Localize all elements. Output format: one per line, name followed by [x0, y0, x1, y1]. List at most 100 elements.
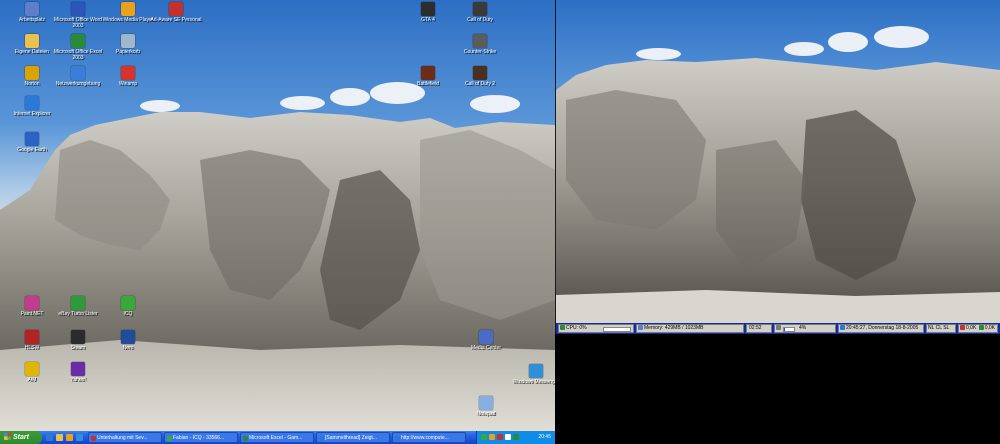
memory-label: Memory: 429MB / 1023MB	[644, 325, 704, 331]
desktop-icon[interactable]: Microsoft Office Excel 2003	[52, 34, 104, 61]
taskbar-button[interactable]: Microsoft Excel - Gam...	[240, 432, 314, 443]
uptime-meter[interactable]: 02:52	[746, 324, 772, 333]
desktop-icon[interactable]: Nero	[102, 330, 154, 351]
desktop-icon[interactable]: Notepad	[460, 396, 512, 417]
taskbar-button[interactable]: [Sammelthread] Zeigt...	[316, 432, 390, 443]
taskbar-button[interactable]: Fabian - ICQ - 33566...	[164, 432, 238, 443]
desktop-icon-label: Battlefield	[417, 81, 439, 87]
desktop-icon[interactable]: Call of Duty	[454, 2, 506, 23]
quicklaunch-media-player-icon[interactable]	[66, 434, 73, 441]
quicklaunch-messenger-icon[interactable]	[76, 434, 83, 441]
windows-logo-icon	[4, 433, 11, 440]
taskbar-button-label: Unterhaltung mit Sev...	[97, 435, 148, 441]
desktop-icon[interactable]: Eigene Dateien	[6, 34, 58, 55]
desktop-icon-label: Microsoft Office Excel 2003	[53, 49, 103, 61]
start-button[interactable]: Start	[0, 431, 42, 444]
caps-lock-indicator: CL	[935, 325, 942, 331]
cod-icon	[473, 2, 487, 16]
task-app-icon	[91, 436, 96, 441]
speaker-tray-icon[interactable]	[489, 434, 495, 440]
scroll-lock-indicator: SL	[943, 325, 950, 331]
icq-tray-icon[interactable]	[481, 434, 487, 440]
my-documents-icon	[25, 34, 39, 48]
desktop-icon[interactable]: Papierkorb	[102, 34, 154, 55]
cpu-meter[interactable]: CPU: 0%	[558, 324, 634, 333]
desktop-icon-label: Steam	[70, 345, 86, 351]
taskbar-button-label: http://www.compute...	[401, 435, 449, 441]
recycle-bin-icon	[121, 34, 135, 48]
start-label: Start	[13, 434, 29, 441]
ebay-icon	[71, 296, 85, 310]
cpu-label: CPU: 0%	[566, 325, 587, 331]
desktop-icon[interactable]: Counter-Strike	[454, 34, 506, 55]
taskbar-button[interactable]: Unterhaltung mit Sev...	[88, 432, 162, 443]
antivirus-tray-icon[interactable]	[497, 434, 503, 440]
quicklaunch-show-desktop-icon[interactable]	[56, 434, 63, 441]
hlsw-icon	[25, 330, 39, 344]
media-player-icon	[121, 2, 135, 16]
desktop-icon-label: Winamp	[118, 81, 138, 87]
datetime-label: 20:45:27, Donnerstag 18-8-2005	[846, 325, 919, 331]
desktop-icon[interactable]: Steam	[52, 330, 104, 351]
desktop-icon-label: Norton	[24, 81, 40, 87]
desktop-icon[interactable]: Paint.NET	[6, 296, 58, 317]
update-tray-icon[interactable]	[513, 434, 519, 440]
desktop-icon[interactable]: Internet Explorer	[6, 96, 58, 117]
desktop-icon[interactable]: Media Center	[460, 330, 512, 351]
desktop-icon[interactable]: Windows Media Player	[102, 2, 154, 23]
nero-icon	[121, 330, 135, 344]
task-app-icon	[167, 436, 172, 441]
aim-icon	[25, 362, 39, 376]
desktop-icon[interactable]: Yahoo!	[52, 362, 104, 383]
taskbar-clock[interactable]: 20:45	[538, 431, 551, 444]
desktop-icon[interactable]: Netzwerkumgebung	[52, 66, 104, 87]
left-monitor-desktop: Arbeitsplatz Microsoft Office Word 2003 Wi…	[0, 0, 555, 444]
desktop-icon-label: Paint.NET	[20, 311, 44, 317]
network-tray-icon[interactable]	[505, 434, 511, 440]
gta-icon	[421, 2, 435, 16]
datetime-meter[interactable]: 20:45:27, Donnerstag 18-8-2005	[838, 324, 924, 333]
quicklaunch-ie-icon[interactable]	[46, 434, 53, 441]
cpu-bar	[603, 327, 631, 332]
desktop-icon[interactable]: GTA 4	[402, 2, 454, 23]
desktop-icon-label: AIM	[27, 377, 37, 383]
desktop-icon[interactable]: HLSW	[6, 330, 58, 351]
desktop-icon[interactable]: Call of Duty 2	[454, 66, 506, 87]
cpu-icon	[560, 325, 565, 330]
num-lock-indicator: NL	[928, 325, 935, 331]
word-icon	[71, 2, 85, 16]
lock-keys-meter[interactable]: NL CL SL	[926, 324, 956, 333]
desktop-icon[interactable]: Norton	[6, 66, 58, 87]
norton-icon	[25, 66, 39, 80]
desktop-icon[interactable]: Google Earth	[6, 132, 58, 153]
disk-label: 4%	[799, 325, 807, 331]
google-earth-icon	[25, 132, 39, 146]
task-app-icon	[319, 436, 324, 441]
desktop-icon-label: HLSW	[24, 345, 40, 351]
taskbar: Start Unterhaltung mit Sev... Fabian - IC…	[0, 431, 555, 444]
cod2-icon	[473, 66, 487, 80]
network-meter[interactable]: 0,0K 0,0K	[958, 324, 998, 333]
computer-icon	[25, 2, 39, 16]
desktop-icon[interactable]: Ad-Aware SE Personal	[150, 2, 202, 23]
desktop-icon[interactable]: AIM	[6, 362, 58, 383]
desktop-icon[interactable]: Battlefield	[402, 66, 454, 87]
steam-icon	[71, 330, 85, 344]
desktop-icon[interactable]: Arbeitsplatz	[6, 2, 58, 23]
memory-meter[interactable]: Memory: 429MB / 1023MB	[636, 324, 744, 333]
desktop-icon-label: GTA 4	[421, 17, 435, 23]
desktop-icon[interactable]: Windows Messenger	[510, 364, 555, 385]
network-icon	[71, 66, 85, 80]
desktop-icon[interactable]: Microsoft Office Word 2003	[52, 2, 104, 29]
disk-meter[interactable]: 4%	[774, 324, 836, 333]
desktop-icon-label: eBay Turbo Lister	[58, 311, 98, 317]
desktop-icon-label: Papierkorb	[115, 49, 141, 55]
mountain-wallpaper	[556, 58, 1000, 334]
desktop-icon-label: Eigene Dateien	[14, 49, 50, 55]
desktop-icon[interactable]: Winamp	[102, 66, 154, 87]
taskbar-button[interactable]: http://www.compute...	[392, 432, 466, 443]
desktop-icon[interactable]: ICQ	[102, 296, 154, 317]
icq-icon	[121, 296, 135, 310]
desktop-icon[interactable]: eBay Turbo Lister	[52, 296, 104, 317]
excel-icon	[71, 34, 85, 48]
